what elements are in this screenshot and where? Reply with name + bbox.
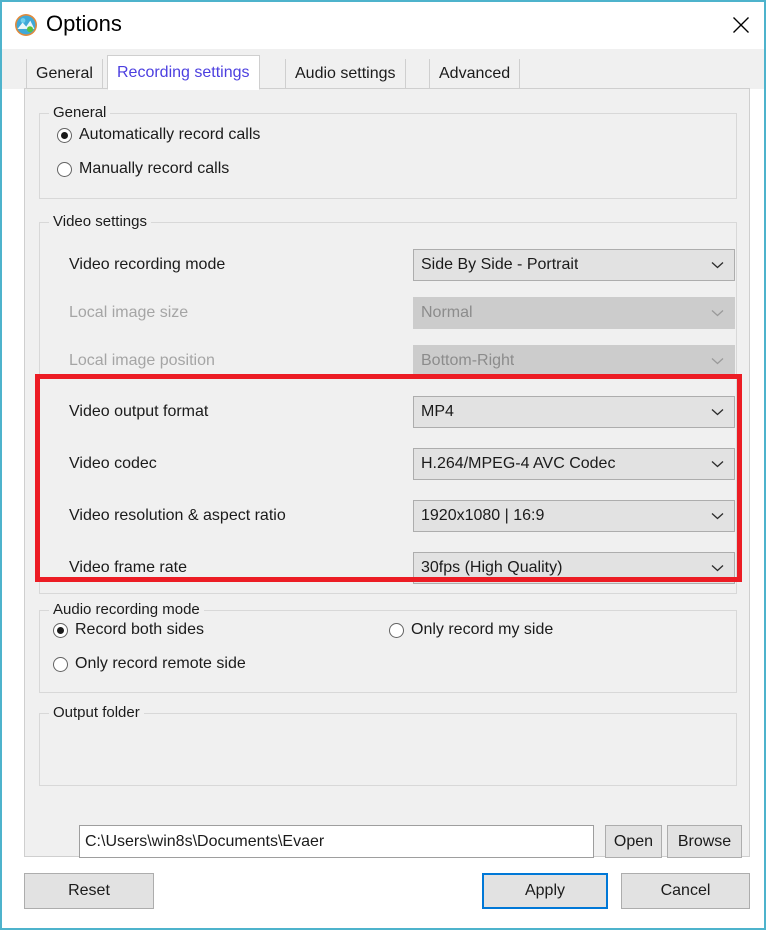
- radio-only-record-my-side-label: Only record my side: [411, 621, 554, 638]
- audio-recording-mode-groupbox-title: Audio recording mode: [49, 601, 204, 618]
- cancel-button[interactable]: Cancel: [621, 873, 750, 909]
- tab-advanced[interactable]: Advanced: [429, 59, 521, 89]
- radio-automatically-record-calls[interactable]: Automatically record calls: [57, 126, 260, 144]
- general-groupbox: General Automatically record calls Manua…: [39, 104, 737, 199]
- audio-recording-mode-groupbox: Audio recording mode Record both sides O…: [39, 601, 737, 693]
- cancel-button-label: Cancel: [660, 882, 711, 899]
- combo-video-output-format-value: MP4: [421, 403, 454, 420]
- combo-video-codec[interactable]: H.264/MPEG-4 AVC Codec: [413, 448, 735, 480]
- tab-general[interactable]: General: [26, 59, 103, 89]
- combo-local-image-size: Normal: [413, 297, 735, 329]
- combo-video-recording-mode[interactable]: Side By Side - Portrait: [413, 249, 735, 281]
- chevron-down-icon: [711, 565, 724, 572]
- open-folder-button-label: Open: [613, 832, 654, 850]
- close-icon[interactable]: [718, 2, 764, 48]
- radio-automatically-record-calls-label: Automatically record calls: [79, 126, 261, 143]
- video-settings-groupbox-title: Video settings: [49, 213, 151, 230]
- radio-indicator: [57, 127, 72, 143]
- combo-video-frame-rate[interactable]: 30fps (High Quality): [413, 552, 735, 584]
- app-globe-icon: [14, 13, 38, 37]
- label-video-codec: Video codec: [69, 455, 157, 472]
- chevron-down-icon: [711, 461, 724, 468]
- combo-local-image-position-value: Bottom-Right: [421, 352, 515, 369]
- radio-only-record-remote-side[interactable]: Only record remote side: [53, 655, 246, 673]
- combo-video-resolution-aspect-ratio-value: 1920x1080 | 16:9: [421, 507, 545, 524]
- options-dialog-window: Options General Recording settings Audio…: [0, 0, 766, 930]
- label-video-resolution-aspect-ratio: Video resolution & aspect ratio: [69, 507, 286, 524]
- combo-local-image-size-value: Normal: [421, 304, 473, 321]
- tab-audio-settings-label: Audio settings: [295, 65, 396, 82]
- radio-indicator: [53, 656, 68, 672]
- tab-recording-settings[interactable]: Recording settings: [107, 55, 260, 90]
- combo-video-recording-mode-value: Side By Side - Portrait: [421, 256, 579, 273]
- combo-video-output-format[interactable]: MP4: [413, 396, 735, 428]
- general-groupbox-title: General: [49, 104, 111, 121]
- radio-manually-record-calls[interactable]: Manually record calls: [57, 160, 229, 178]
- open-folder-button[interactable]: Open: [605, 825, 662, 858]
- combo-video-frame-rate-value: 30fps (High Quality): [421, 559, 563, 576]
- radio-manually-record-calls-label: Manually record calls: [79, 160, 230, 177]
- chevron-down-icon: [711, 262, 724, 269]
- radio-record-both-sides-label: Record both sides: [75, 621, 204, 638]
- reset-button[interactable]: Reset: [24, 873, 154, 909]
- output-folder-groupbox: Output folder: [39, 704, 737, 786]
- tab-recording-settings-label: Recording settings: [117, 63, 250, 81]
- label-local-image-size: Local image size: [69, 304, 189, 321]
- radio-indicator: [53, 622, 68, 638]
- tab-audio-settings[interactable]: Audio settings: [285, 59, 406, 89]
- label-local-image-position: Local image position: [69, 352, 215, 369]
- label-video-recording-mode: Video recording mode: [69, 256, 226, 273]
- combo-local-image-position: Bottom-Right: [413, 345, 735, 377]
- tab-general-label: General: [36, 65, 93, 82]
- apply-button-label: Apply: [524, 882, 566, 899]
- chevron-down-icon: [711, 310, 724, 317]
- tab-strip: General Recording settings Audio setting…: [2, 49, 764, 90]
- label-video-output-format: Video output format: [69, 403, 209, 420]
- tab-advanced-label: Advanced: [439, 65, 511, 82]
- output-folder-path-input[interactable]: C:\Users\win8s\Documents\Evaer: [79, 825, 594, 858]
- apply-button[interactable]: Apply: [482, 873, 608, 909]
- browse-folder-button[interactable]: Browse: [667, 825, 742, 858]
- radio-only-record-remote-side-label: Only record remote side: [75, 655, 246, 672]
- window-title: Options: [46, 11, 122, 36]
- combo-video-resolution-aspect-ratio[interactable]: 1920x1080 | 16:9: [413, 500, 735, 532]
- output-folder-groupbox-title: Output folder: [49, 704, 144, 721]
- browse-folder-button-label: Browse: [677, 832, 732, 850]
- chevron-down-icon: [711, 513, 724, 520]
- title-bar: Options: [2, 2, 764, 49]
- label-video-frame-rate: Video frame rate: [69, 559, 187, 576]
- radio-record-both-sides[interactable]: Record both sides: [53, 621, 204, 639]
- radio-indicator: [389, 622, 404, 638]
- reset-button-label: Reset: [68, 882, 110, 899]
- combo-video-codec-value: H.264/MPEG-4 AVC Codec: [421, 455, 616, 472]
- radio-indicator: [57, 161, 72, 177]
- chevron-down-icon: [711, 358, 724, 365]
- radio-only-record-my-side[interactable]: Only record my side: [389, 621, 553, 639]
- recording-settings-panel: General Automatically record calls Manua…: [24, 88, 750, 858]
- chevron-down-icon: [711, 409, 724, 416]
